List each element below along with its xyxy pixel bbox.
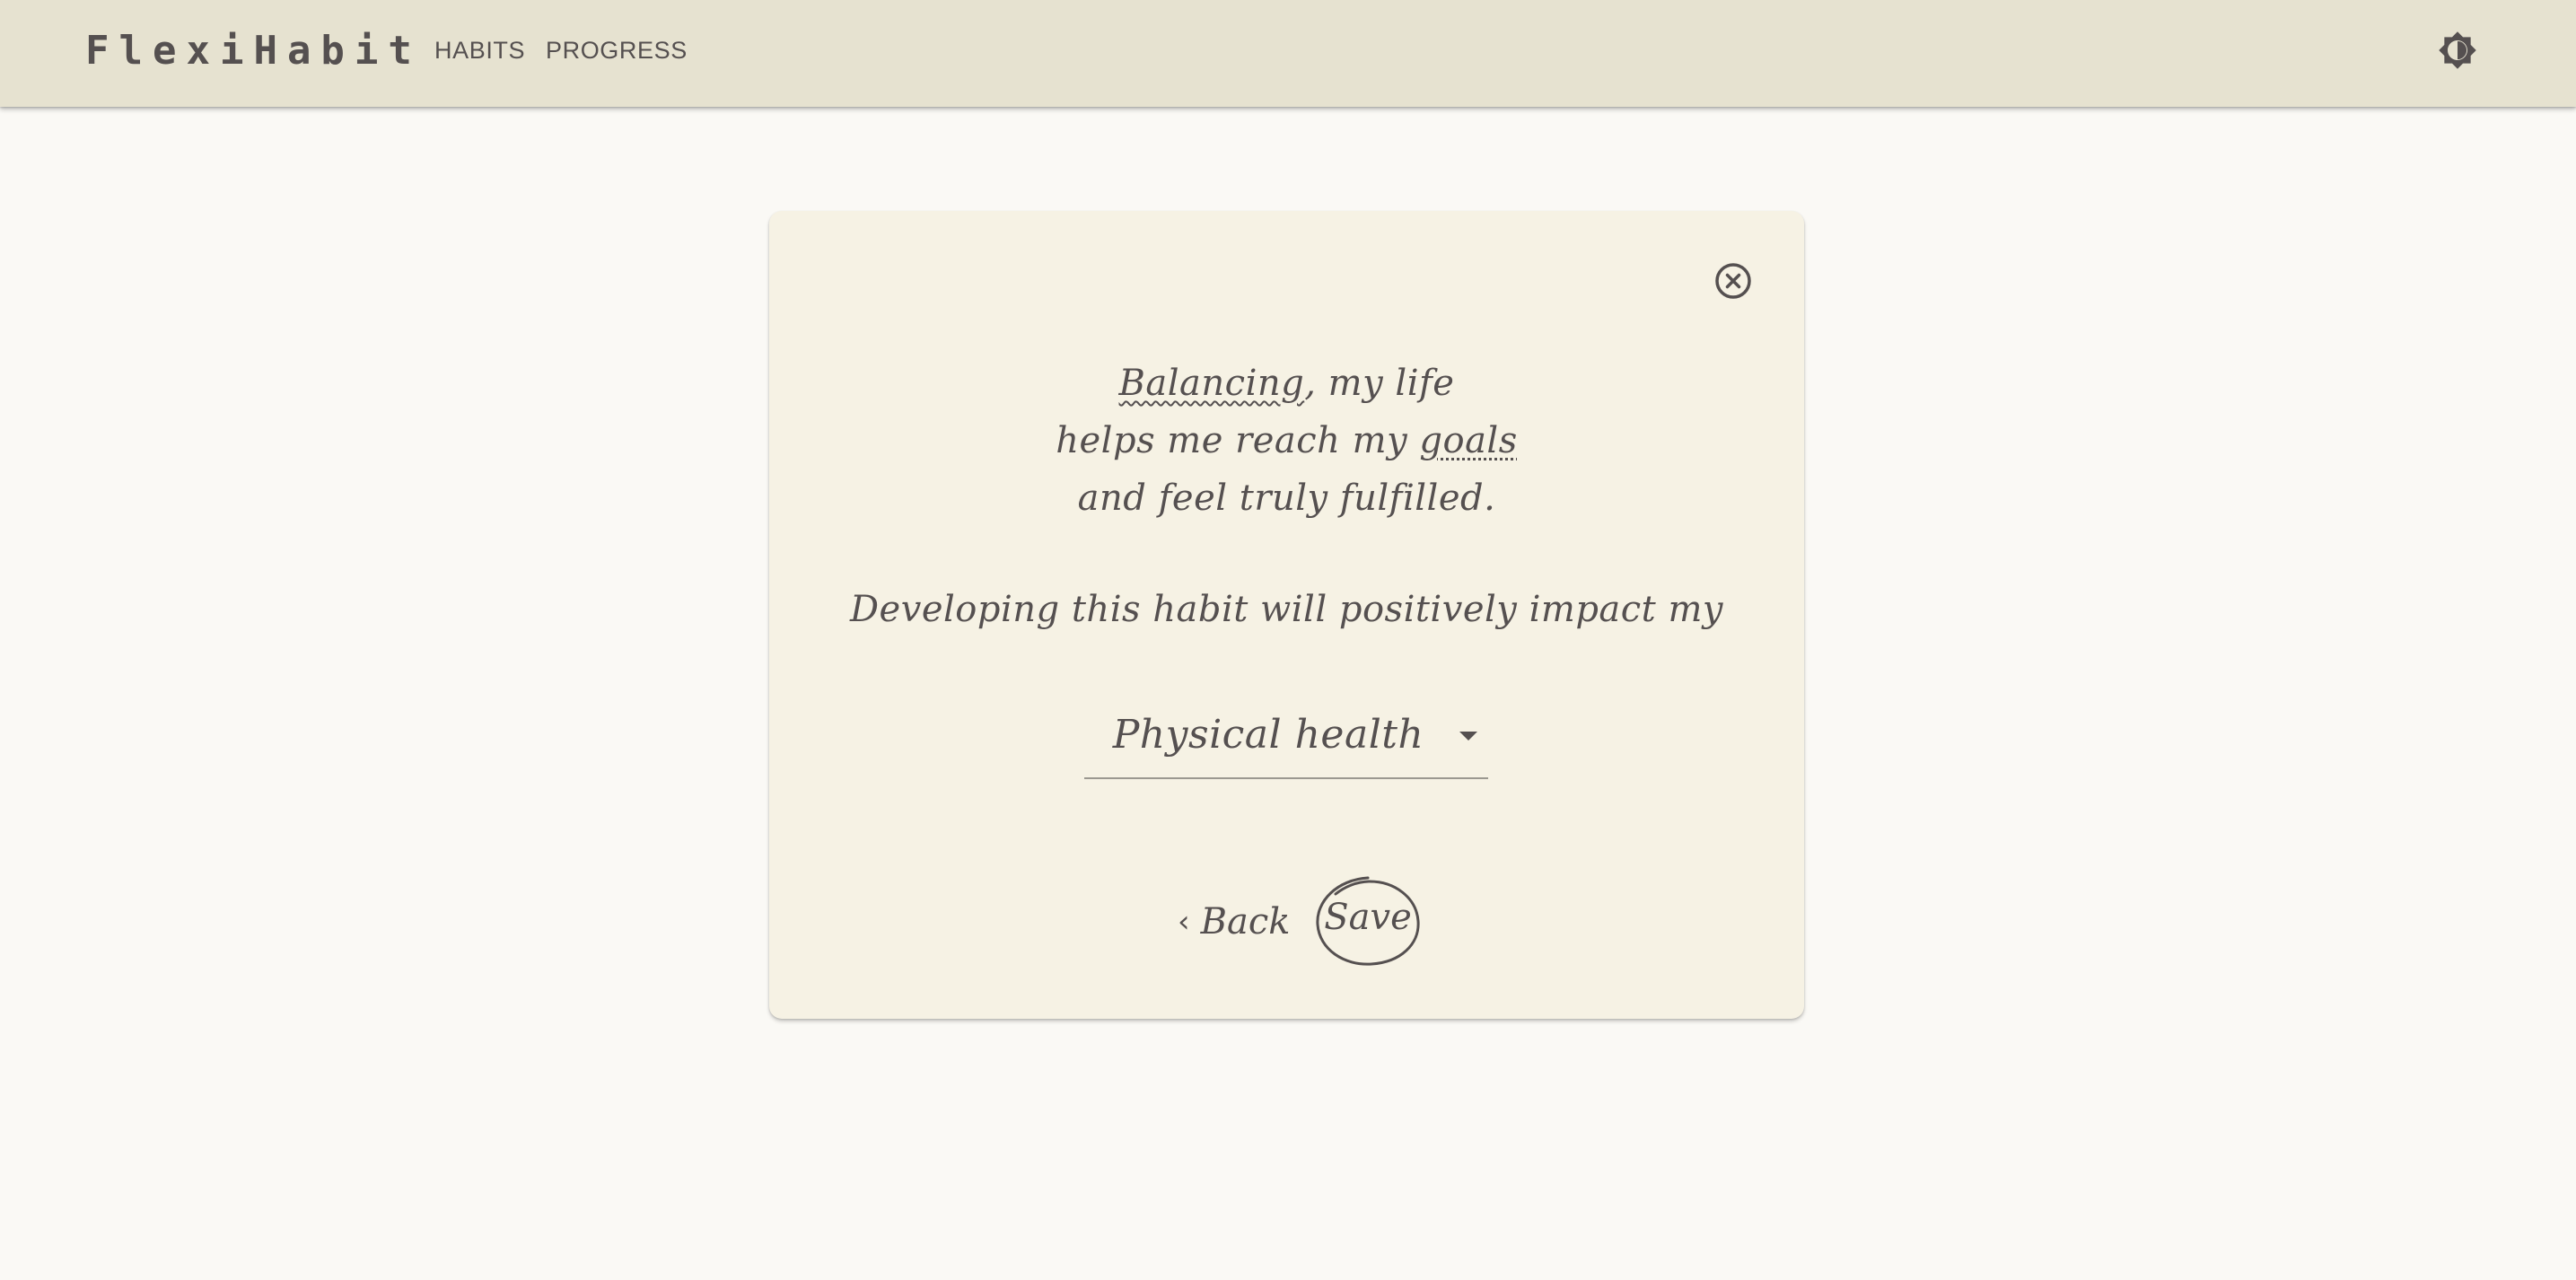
nav-habits[interactable]: HABITS bbox=[434, 34, 525, 66]
impact-area-select[interactable]: Physical health bbox=[1084, 696, 1488, 779]
quote-line-2: helps me reach my goals bbox=[769, 412, 1804, 469]
close-circle-icon bbox=[1713, 261, 1753, 304]
quote-line-1: Balancing, my life bbox=[769, 355, 1804, 412]
chevron-left-icon: ‹ bbox=[1178, 904, 1190, 940]
brightness-icon bbox=[2438, 31, 2477, 74]
nav-progress[interactable]: PROGRESS bbox=[546, 34, 688, 66]
save-button-label: Save bbox=[1324, 897, 1412, 938]
quote-keyword-balancing: Balancing bbox=[1118, 363, 1305, 404]
save-button[interactable]: Save bbox=[1312, 871, 1424, 971]
back-button[interactable]: ‹ Back bbox=[1178, 895, 1291, 949]
habit-impact-card: Balancing, my life helps me reach my goa… bbox=[769, 211, 1804, 1019]
back-button-label: Back bbox=[1200, 901, 1291, 942]
impact-area-selected: Physical health bbox=[1112, 712, 1424, 758]
impact-prompt: Developing this habit will positively im… bbox=[849, 589, 1723, 630]
app-logo[interactable]: FlexiHabit bbox=[85, 24, 422, 78]
quote-line-3: and feel truly fulfilled. bbox=[1077, 478, 1496, 519]
app-bar: FlexiHabit HABITS PROGRESS bbox=[0, 0, 2576, 107]
close-button[interactable] bbox=[1711, 260, 1756, 305]
motivation-quote: Balancing, my life helps me reach my goa… bbox=[769, 355, 1804, 527]
quote-line-2-text: helps me reach my bbox=[1056, 420, 1420, 461]
caret-down-icon bbox=[1459, 732, 1477, 741]
quote-line-1-rest: , my life bbox=[1304, 363, 1455, 404]
theme-toggle-button[interactable] bbox=[2438, 29, 2477, 75]
quote-keyword-goals: goals bbox=[1419, 420, 1518, 461]
